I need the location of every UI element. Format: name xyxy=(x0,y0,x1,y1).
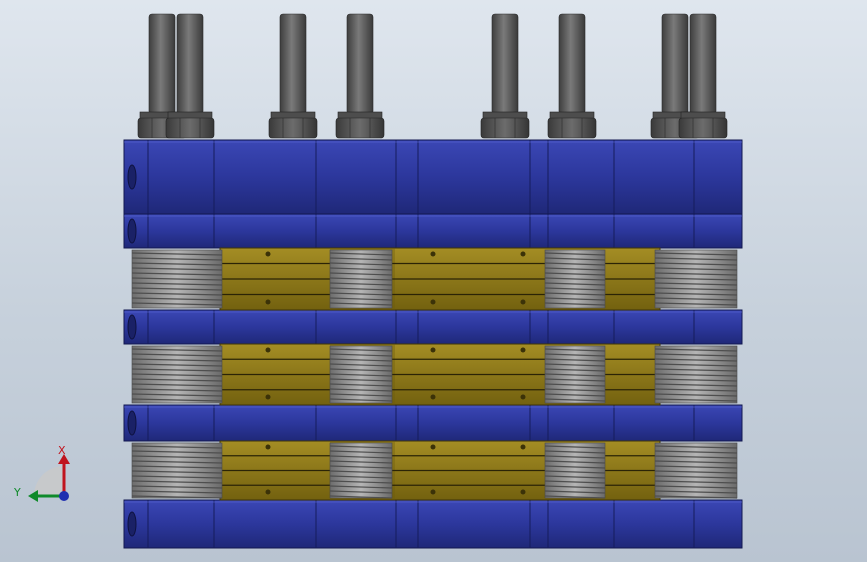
rivet xyxy=(430,251,436,257)
rivet xyxy=(430,394,436,400)
top-plate xyxy=(123,139,743,215)
bolt xyxy=(661,13,689,115)
plate-hole xyxy=(127,511,137,537)
rivet xyxy=(520,394,526,400)
bolt xyxy=(148,13,176,115)
triad-x-label: X xyxy=(58,444,66,457)
rivet xyxy=(265,444,271,450)
rivet xyxy=(520,299,526,305)
nut xyxy=(480,117,530,139)
base-plate xyxy=(123,499,743,549)
cad-viewport[interactable]: X Y xyxy=(0,0,867,562)
rivet xyxy=(520,444,526,450)
nut xyxy=(547,117,597,139)
plate-hole xyxy=(127,218,137,244)
nut xyxy=(268,117,318,139)
bolt xyxy=(279,13,307,115)
bolt xyxy=(558,13,586,115)
bolt xyxy=(176,13,204,115)
nut xyxy=(335,117,385,139)
bolt xyxy=(491,13,519,115)
middle-plate xyxy=(123,309,743,345)
rivet xyxy=(265,394,271,400)
plate-hole xyxy=(127,314,137,340)
triad-icon: X Y xyxy=(13,444,70,502)
rivet xyxy=(265,489,271,495)
bolt-group[interactable] xyxy=(137,13,728,139)
plate-hole xyxy=(127,410,137,436)
rivet xyxy=(430,489,436,495)
rivet xyxy=(430,299,436,305)
spring-plate-assembly[interactable] xyxy=(0,0,867,562)
rivet xyxy=(265,347,271,353)
bolt xyxy=(346,13,374,115)
rivet xyxy=(265,251,271,257)
rivet xyxy=(520,489,526,495)
rivet xyxy=(265,299,271,305)
plate-hole xyxy=(127,164,137,190)
bolt xyxy=(689,13,717,115)
rivet xyxy=(520,251,526,257)
nut xyxy=(678,117,728,139)
upper-plate xyxy=(123,213,743,249)
triad-y-label: Y xyxy=(13,486,21,499)
rivet xyxy=(430,444,436,450)
nut xyxy=(165,117,215,139)
lower-plate xyxy=(123,404,743,442)
rivet xyxy=(430,347,436,353)
rivet xyxy=(520,347,526,353)
